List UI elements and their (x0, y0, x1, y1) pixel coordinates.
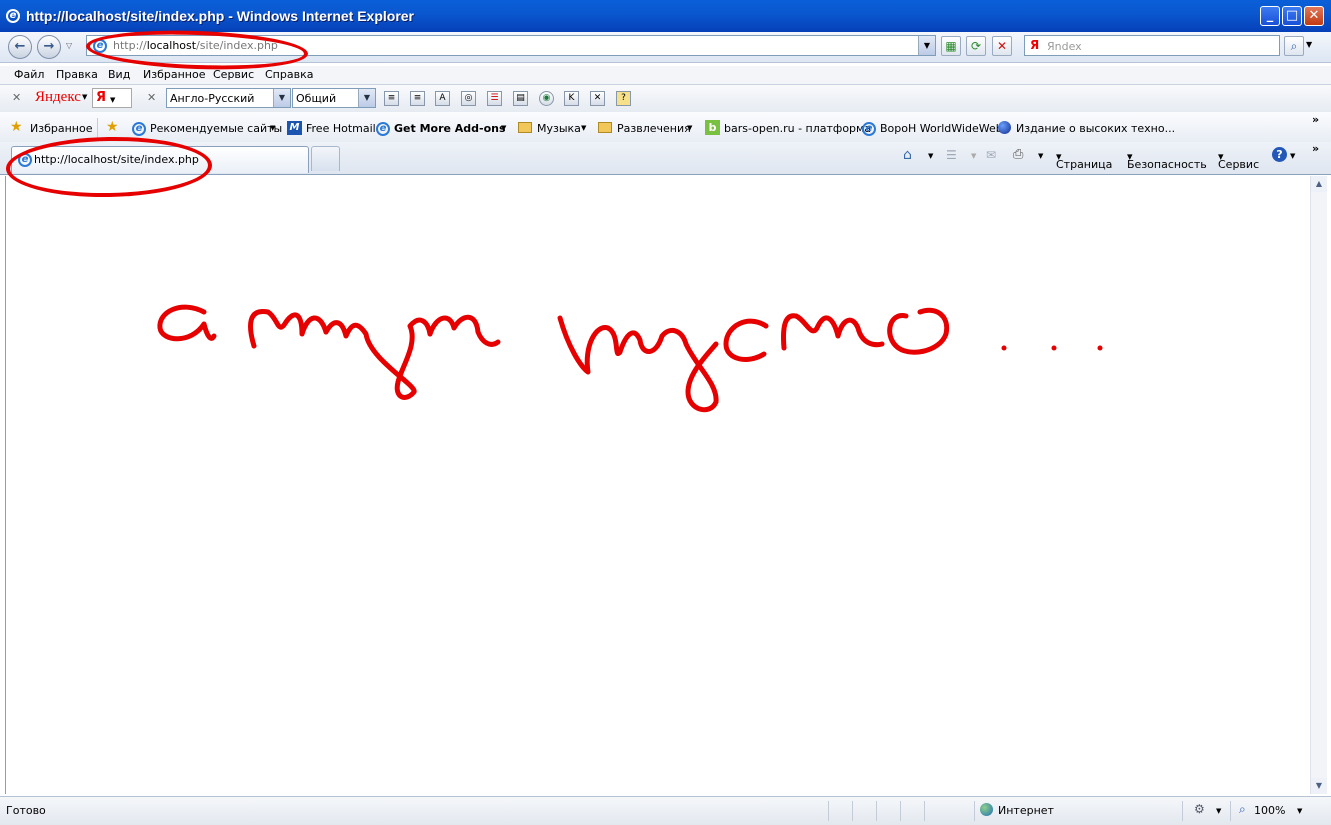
protected-mode-icon[interactable]: ⚙ (1194, 802, 1205, 816)
fav-entertainment[interactable]: Развлечения (617, 122, 691, 135)
favorites-bar: ★ Избранное ★ e Рекомендуемые сайты ▼ M … (0, 112, 1331, 142)
music-dropdown-icon[interactable]: ▼ (581, 124, 586, 132)
magnifier-icon[interactable]: ◉ (539, 91, 554, 106)
bars-open-icon: b (705, 120, 720, 135)
close-dictionary-icon[interactable]: ✕ (147, 91, 156, 104)
yandex-brand[interactable]: Яндекс (35, 89, 81, 106)
favorites-button[interactable]: Избранное (30, 122, 92, 135)
ellipsis-dots (1001, 345, 1103, 351)
globe-icon (998, 121, 1011, 134)
favorites-star-icon: ★ (10, 119, 23, 135)
search-options-icon[interactable]: ▼ (1306, 40, 1312, 49)
help-dropdown-icon[interactable]: ▼ (1290, 152, 1295, 160)
feeds-dropdown-icon[interactable]: ▼ (971, 152, 976, 160)
address-dropdown-icon[interactable]: ▼ (918, 36, 935, 55)
yandex-search-logo: Я (1030, 38, 1040, 52)
fav-get-more-addons[interactable]: Get More Add-ons (394, 122, 506, 135)
menu-tools[interactable]: Сервис (213, 68, 254, 81)
compatibility-view-icon[interactable]: ▦ (941, 36, 961, 56)
vertical-scrollbar[interactable]: ▲ ▼ (1310, 176, 1327, 794)
mail-icon[interactable]: ✉ (986, 148, 996, 162)
close-toolbar-icon[interactable]: ✕ (12, 91, 21, 104)
translate-page-icon[interactable]: ≡ (410, 91, 425, 106)
translate-icon[interactable]: ≡ (384, 91, 399, 106)
tools-icon[interactable]: ✕ (590, 91, 605, 106)
suggested-dropdown-icon[interactable]: ▼ (270, 124, 275, 132)
help-note-icon[interactable]: ? (616, 91, 631, 106)
status-bar: Готово Интернет ⚙ ▼ ⌕ 100% ▼ (0, 796, 1331, 825)
list-icon[interactable]: ☰ (487, 91, 502, 106)
feeds-icon[interactable]: ☰ (946, 148, 957, 162)
fav-voron[interactable]: ВороН WorldWideWeb (880, 122, 1003, 135)
search-placeholder: Яndex (1047, 40, 1082, 53)
hotmail-icon: M (287, 121, 302, 135)
search-icon[interactable]: ⌕ (1284, 36, 1304, 56)
dictionary-icon[interactable]: A (435, 91, 450, 106)
entertainment-dropdown-icon[interactable]: ▼ (687, 124, 692, 132)
history-dropdown-icon[interactable]: ▽ (66, 41, 72, 50)
voron-icon: e (862, 122, 876, 136)
tools-menu-button[interactable]: Сервис ▾ (1218, 150, 1259, 171)
stop-icon[interactable]: ✕ (992, 36, 1012, 56)
folder-icon (518, 122, 532, 133)
help-icon[interactable]: ? (1272, 147, 1287, 162)
folder-icon (598, 122, 612, 133)
forward-button[interactable]: → (37, 35, 61, 59)
new-tab-button[interactable] (311, 146, 340, 171)
fav-high-tech[interactable]: Издание о высоких техно... (1016, 122, 1175, 135)
addons-icon: e (376, 122, 390, 136)
fav-bars-open[interactable]: bars-open.ru - платформа (724, 122, 871, 135)
home-dropdown-icon[interactable]: ▼ (928, 152, 933, 160)
fav-suggested-sites[interactable]: Рекомендуемые сайты (150, 122, 282, 135)
book-icon[interactable]: K (564, 91, 579, 106)
menu-view[interactable]: Вид (108, 68, 130, 81)
home-icon[interactable]: ⌂ (903, 147, 912, 163)
more-commands-icon[interactable]: » (1312, 142, 1319, 155)
fav-free-hotmail[interactable]: Free Hotmail (306, 122, 376, 135)
zoom-dropdown-icon[interactable]: ▼ (1297, 807, 1302, 815)
page-menu-button[interactable]: Страница ▾ (1056, 150, 1112, 171)
ya-button[interactable]: Я ▼ (92, 88, 132, 108)
topic-select[interactable]: Общий ▼ (292, 88, 376, 108)
menu-edit[interactable]: Правка (56, 68, 98, 81)
security-zone: Интернет (998, 804, 1054, 817)
scroll-down-icon[interactable]: ▼ (1311, 778, 1327, 794)
window-title: http://localhost/site/index.php - Window… (26, 8, 415, 24)
settings-doc-icon[interactable]: ▤ (513, 91, 528, 106)
fav-music[interactable]: Музыка (537, 122, 581, 135)
menu-favorites[interactable]: Избранное (143, 68, 205, 81)
page-content (5, 176, 1311, 794)
menu-file[interactable]: Файл (14, 68, 44, 81)
zoom-level[interactable]: 100% (1254, 804, 1285, 817)
menu-help[interactable]: Справка (265, 68, 313, 81)
minimize-button[interactable]: _ (1260, 6, 1280, 26)
internet-zone-icon (980, 803, 993, 816)
status-text: Готово (6, 804, 46, 817)
zoom-icon[interactable]: ⌕ (1239, 802, 1246, 817)
back-button[interactable]: ← (8, 35, 32, 59)
add-favorites-icon[interactable]: ★ (106, 119, 119, 135)
refresh-icon[interactable]: ⟳ (966, 36, 986, 56)
search-input[interactable]: Я Яndex (1024, 35, 1280, 56)
brand-dropdown-icon[interactable]: ▼ (82, 93, 87, 101)
maximize-button[interactable]: □ (1282, 6, 1302, 26)
suggested-sites-icon: e (132, 122, 146, 136)
dictionary-select[interactable]: Англо-Русский ▼ (166, 88, 291, 108)
print-icon[interactable]: ⎙ (1013, 147, 1023, 162)
protected-mode-dropdown-icon[interactable]: ▼ (1216, 807, 1221, 815)
handwriting-drawing (157, 304, 1103, 413)
yandex-toolbar: ✕ Яндекс ▼ Я ▼ ✕ Англо-Русский ▼ Общий ▼ ≡ … (0, 84, 1331, 113)
print-dropdown-icon[interactable]: ▼ (1038, 152, 1043, 160)
safety-menu-button[interactable]: Безопасность ▾ (1127, 150, 1207, 171)
ie-logo-icon: e (6, 9, 20, 23)
close-window-button[interactable]: ✕ (1304, 6, 1324, 26)
addons-dropdown-icon[interactable]: ▼ (501, 124, 506, 132)
title-bar: e http://localhost/site/index.php - Wind… (0, 0, 1331, 32)
more-favorites-icon[interactable]: » (1312, 113, 1319, 126)
scroll-up-icon[interactable]: ▲ (1311, 176, 1327, 192)
lookup-icon[interactable]: ◎ (461, 91, 476, 106)
